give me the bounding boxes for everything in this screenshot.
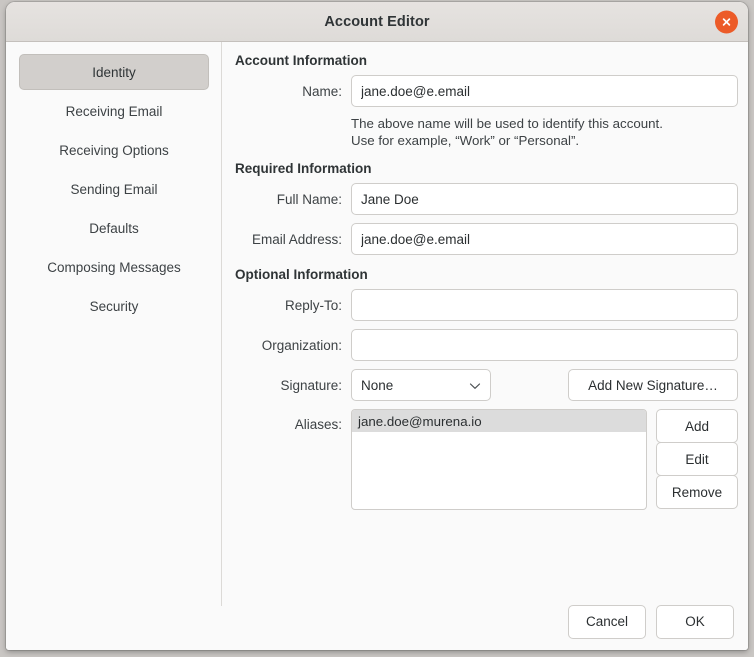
section-title-required-information: Required Information — [235, 161, 738, 176]
sidebar-item-composing-messages[interactable]: Composing Messages — [19, 249, 209, 285]
signature-label: Signature: — [235, 378, 351, 393]
aliases-button-group: Add Edit Remove — [656, 409, 738, 508]
section-title-optional-information: Optional Information — [235, 267, 738, 282]
aliases-label: Aliases: — [235, 409, 351, 432]
field-row-full-name: Full Name: — [235, 183, 738, 215]
email-address-label: Email Address: — [235, 232, 351, 247]
field-row-aliases: Aliases: jane.doe@murena.io Add Edit Rem… — [235, 409, 738, 510]
field-row-signature: Signature: None Add New Signature… — [235, 369, 738, 401]
account-editor-window: Account Editor Identity Receiving Email … — [6, 2, 748, 650]
email-address-input[interactable] — [351, 223, 738, 255]
sidebar: Identity Receiving Email Receiving Optio… — [6, 42, 222, 593]
dialog-body: Identity Receiving Email Receiving Optio… — [6, 42, 748, 593]
dialog-footer: Cancel OK — [6, 593, 748, 650]
sidebar-item-identity[interactable]: Identity — [19, 54, 209, 90]
sidebar-item-label: Sending Email — [70, 182, 157, 197]
name-help-line-1: The above name will be used to identify … — [351, 115, 738, 132]
sidebar-item-sending-email[interactable]: Sending Email — [19, 171, 209, 207]
sidebar-separator — [221, 42, 222, 606]
field-row-email-address: Email Address: — [235, 223, 738, 255]
signature-select[interactable]: None — [351, 369, 491, 401]
sidebar-item-label: Receiving Email — [66, 104, 163, 119]
chevron-down-icon — [469, 378, 481, 393]
add-new-signature-button[interactable]: Add New Signature… — [568, 369, 738, 401]
alias-edit-button[interactable]: Edit — [656, 442, 738, 476]
alias-add-button[interactable]: Add — [656, 409, 738, 443]
close-icon[interactable] — [715, 10, 738, 33]
sidebar-item-label: Composing Messages — [47, 260, 181, 275]
alias-value: jane.doe@murena.io — [358, 414, 482, 429]
name-label: Name: — [235, 84, 351, 99]
sidebar-item-label: Defaults — [89, 221, 139, 236]
list-item[interactable]: jane.doe@murena.io — [352, 410, 646, 432]
full-name-input[interactable] — [351, 183, 738, 215]
full-name-label: Full Name: — [235, 192, 351, 207]
signature-select-value: None — [361, 378, 393, 393]
field-row-name: Name: — [235, 75, 738, 107]
sidebar-item-receiving-options[interactable]: Receiving Options — [19, 132, 209, 168]
name-help-line-2: Use for example, “Work” or “Personal”. — [351, 132, 738, 149]
name-help-text: The above name will be used to identify … — [351, 115, 738, 149]
sidebar-item-label: Security — [90, 299, 139, 314]
reply-to-input[interactable] — [351, 289, 738, 321]
name-input[interactable] — [351, 75, 738, 107]
aliases-list[interactable]: jane.doe@murena.io — [351, 409, 647, 510]
field-row-reply-to: Reply-To: — [235, 289, 738, 321]
alias-remove-button[interactable]: Remove — [656, 475, 738, 509]
sidebar-item-label: Receiving Options — [59, 143, 169, 158]
sidebar-item-defaults[interactable]: Defaults — [19, 210, 209, 246]
sidebar-item-label: Identity — [92, 65, 136, 80]
section-title-account-information: Account Information — [235, 53, 738, 68]
cancel-button[interactable]: Cancel — [568, 605, 646, 639]
organization-label: Organization: — [235, 338, 351, 353]
sidebar-item-security[interactable]: Security — [19, 288, 209, 324]
field-row-organization: Organization: — [235, 329, 738, 361]
organization-input[interactable] — [351, 329, 738, 361]
window-title: Account Editor — [324, 14, 429, 30]
identity-panel: Account Information Name: The above name… — [222, 42, 748, 593]
reply-to-label: Reply-To: — [235, 298, 351, 313]
title-bar: Account Editor — [6, 2, 748, 42]
sidebar-item-receiving-email[interactable]: Receiving Email — [19, 93, 209, 129]
ok-button[interactable]: OK — [656, 605, 734, 639]
